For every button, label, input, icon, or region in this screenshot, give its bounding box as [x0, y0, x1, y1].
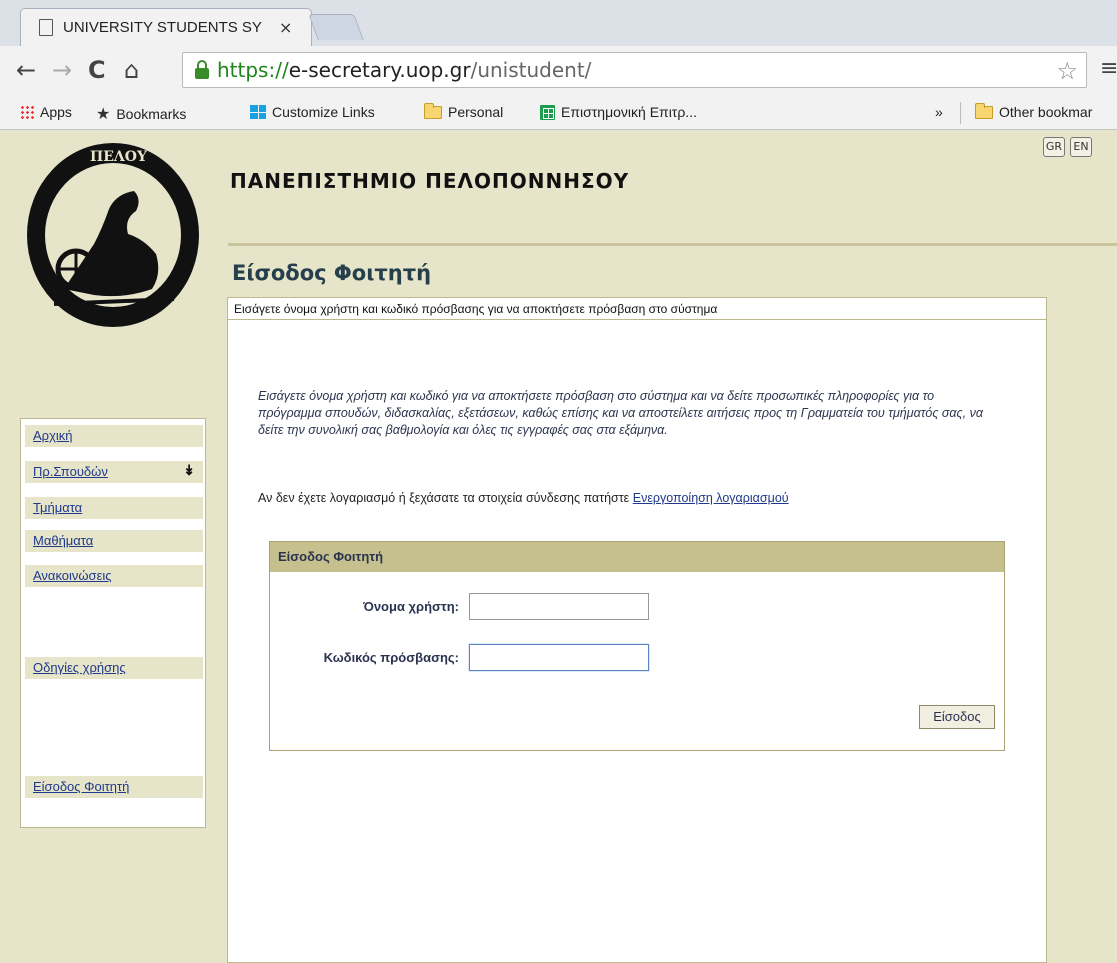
reload-icon[interactable]: C: [88, 56, 106, 84]
new-tab-button[interactable]: [308, 14, 364, 40]
bookmark-star-icon[interactable]: ☆: [1056, 57, 1078, 85]
sidebar-item-user-guide[interactable]: Οδηγίες χρήσης: [25, 657, 203, 679]
bookmark-other[interactable]: Other bookmar: [975, 102, 1092, 120]
page: GR EN ΠΕΛΟΥ ΠΑΝΕΠΙΣΤΗΜΙΟ ΠΕΛΟΠΟΝΝΗΣΟΥ Εί…: [0, 131, 1117, 963]
language-gr-button[interactable]: GR: [1043, 137, 1065, 157]
url-text: https://e-secretary.uop.gr/unistudent/: [217, 58, 592, 82]
bookmark-customize-links[interactable]: Customize Links: [250, 104, 375, 120]
password-input[interactable]: [469, 644, 649, 671]
sidebar-item-student-login[interactable]: Είσοδος Φοιτητή: [25, 776, 203, 798]
logo-lettering: ΠΕΛΟΥ: [90, 149, 148, 165]
tab-title: UNIVERSITY STUDENTS SY: [63, 19, 262, 36]
language-en-button[interactable]: EN: [1070, 137, 1092, 157]
header-divider: [228, 243, 1117, 246]
instruction-bar: Εισάγετε όνομα χρήστη και κωδικό πρόσβασ…: [228, 298, 1046, 320]
lock-icon: [195, 59, 209, 79]
activate-account-text: Αν δεν έχετε λογαριασμό ή ξεχάσατε τα στ…: [258, 491, 789, 505]
sidebar-item-home[interactable]: Αρχική: [25, 425, 203, 447]
bookmark-separator: [960, 102, 961, 124]
username-label: Όνομα χρήστη:: [363, 599, 459, 614]
sidebar-nav: Αρχική Πρ.Σπουδών ↡ Τμήματα Μαθήματα Ανα…: [20, 418, 206, 828]
forward-arrow-icon[interactable]: →: [52, 56, 72, 84]
login-button[interactable]: Είσοδος: [919, 705, 995, 729]
intro-text: Εισάγετε όνομα χρήστη και κωδικό για να …: [258, 389, 983, 437]
login-form: Είσοδος Φοιτητή Όνομα χρήστη: Κωδικός πρ…: [269, 541, 1005, 751]
username-input[interactable]: [469, 593, 649, 620]
bookmark-bookmarks[interactable]: ★ Bookmarks: [96, 104, 186, 124]
main-panel: Εισάγετε όνομα χρήστη και κωδικό πρόσβασ…: [227, 297, 1047, 963]
expand-arrow-icon[interactable]: ↡: [183, 462, 195, 479]
browser-tab[interactable]: UNIVERSITY STUDENTS SY ×: [20, 8, 312, 46]
browser-toolbar: ← → C ⌂ https://e-secretary.uop.gr/unist…: [0, 46, 1117, 98]
document-icon: [39, 19, 53, 36]
bookmarks-overflow[interactable]: »: [935, 104, 943, 120]
university-seal-logo: ΠΕΛΟΥ: [27, 143, 199, 327]
sidebar-item-departments[interactable]: Τμήματα: [25, 497, 203, 519]
bookmark-spreadsheet[interactable]: Επιστημονική Επιτρ...: [540, 104, 697, 120]
page-title: Είσοδος Φοιτητή: [232, 261, 432, 285]
sidebar-item-study-program[interactable]: Πρ.Σπουδών ↡: [25, 461, 203, 483]
bookmark-apps[interactable]: Apps: [20, 104, 72, 120]
bookmark-personal[interactable]: Personal: [424, 102, 503, 120]
folder-icon: [424, 102, 442, 119]
menu-icon[interactable]: ≡: [1100, 56, 1117, 81]
activate-account-link[interactable]: Ενεργοποίηση λογαριασμού: [633, 491, 789, 505]
windows-icon: [250, 105, 266, 119]
bookmarks-bar: Apps ★ Bookmarks Customize Links Persona…: [0, 98, 1117, 130]
sidebar-item-announcements[interactable]: Ανακοινώσεις: [25, 565, 203, 587]
sidebar-item-courses[interactable]: Μαθήματα: [25, 530, 203, 552]
star-icon: ★: [96, 106, 111, 123]
back-arrow-icon[interactable]: ←: [16, 56, 36, 84]
close-tab-icon[interactable]: ×: [279, 18, 292, 37]
apps-grid-icon: [20, 105, 34, 119]
login-form-title: Είσοδος Φοιτητή: [270, 542, 1004, 572]
password-label: Κωδικός πρόσβασης:: [323, 650, 459, 665]
university-title: ΠΑΝΕΠΙΣΤΗΜΙΟ ΠΕΛΟΠΟΝΝΗΣΟΥ: [230, 169, 630, 193]
home-icon[interactable]: ⌂: [124, 56, 139, 84]
browser-tabbar: UNIVERSITY STUDENTS SY ×: [0, 0, 1117, 46]
folder-icon: [975, 102, 993, 119]
spreadsheet-icon: [540, 104, 555, 120]
address-bar[interactable]: https://e-secretary.uop.gr/unistudent/ ☆: [182, 52, 1087, 88]
